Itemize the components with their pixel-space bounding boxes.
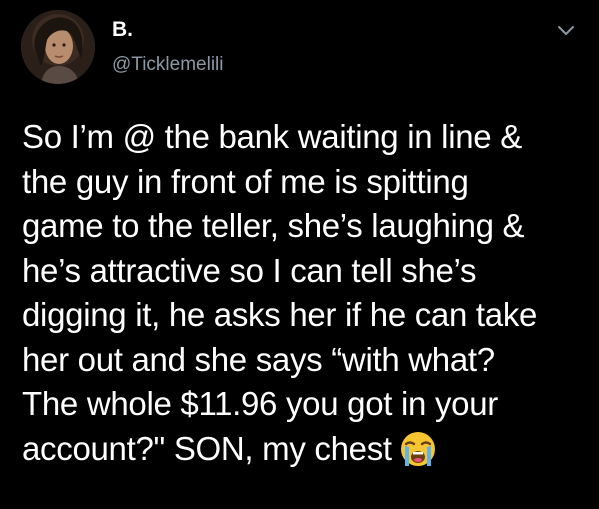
tweet-text-line: he’s attractive so I can tell she’s: [22, 251, 477, 289]
tweet-text-line: the guy in front of me is spitting: [22, 162, 469, 200]
tweet-card: B. @Ticklemelili So I’m @ the bank waiti…: [0, 0, 599, 509]
avatar[interactable]: [21, 10, 95, 84]
avatar-image: [21, 10, 95, 84]
tweet-text-line: game to the teller, she’s laughing &: [22, 207, 525, 244]
tweet-text-line: her out and she says “with what?: [22, 340, 495, 378]
display-name[interactable]: B.: [112, 18, 133, 42]
tweet-text-line: So I’m @ the bank waiting in line &: [22, 118, 522, 155]
tweet-text-last-line: account?" SON, my chest: [22, 427, 587, 472]
chevron-down-icon[interactable]: [556, 24, 576, 38]
loudly-crying-face-icon: [396, 430, 440, 468]
tweet-text-line: account?" SON, my chest: [22, 429, 392, 467]
tweet-text-line: The whole $11.96 you got in your: [22, 385, 498, 422]
tweet-text-line: digging it, he asks her if he can take: [22, 296, 538, 333]
tweet-text: So I’m @ the bank waiting in line & the …: [22, 115, 587, 471]
user-handle[interactable]: @Ticklemelili: [112, 54, 223, 76]
